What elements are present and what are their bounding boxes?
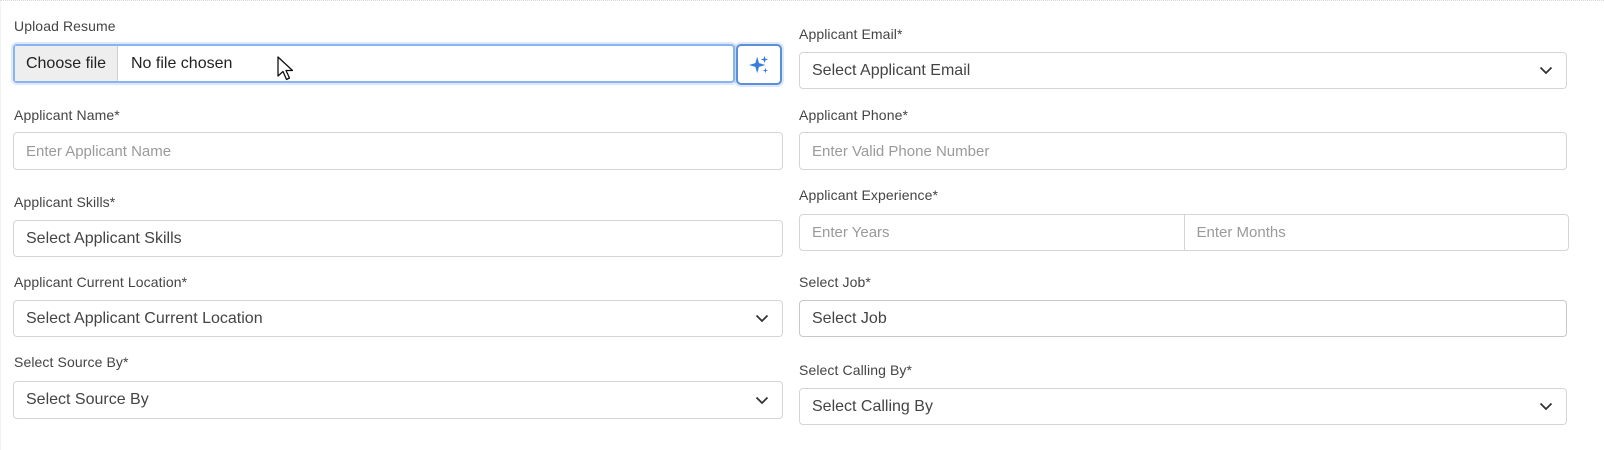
applicant-skills-select[interactable]: Select Applicant Skills (13, 220, 783, 257)
select-job-input[interactable]: Select Job (799, 300, 1567, 337)
ai-parse-button[interactable] (736, 44, 782, 85)
file-status-text: No file chosen (131, 54, 233, 72)
select-calling-select[interactable]: Select Calling By (799, 388, 1567, 425)
select-source-label: Select Source By* (14, 354, 129, 370)
select-source-value: Select Source By (26, 391, 149, 408)
mouse-cursor-icon (277, 56, 294, 81)
chevron-down-icon (742, 382, 782, 418)
sparkle-icon (748, 55, 769, 73)
applicant-phone-input[interactable]: Enter Valid Phone Number (799, 132, 1567, 170)
applicant-name-placeholder: Enter Applicant Name (26, 142, 172, 160)
applicant-email-select[interactable]: Select Applicant Email (799, 52, 1567, 89)
applicant-email-value: Select Applicant Email (812, 61, 971, 79)
applicant-phone-label: Applicant Phone* (799, 107, 909, 123)
select-job-label: Select Job* (799, 274, 871, 290)
applicant-experience-label: Applicant Experience* (799, 187, 939, 203)
experience-years-input[interactable]: Enter Years (800, 215, 1184, 250)
applicant-form: Upload Resume Choose file No file chosen… (0, 0, 1604, 450)
applicant-location-select[interactable]: Select Applicant Current Location (13, 300, 783, 337)
applicant-name-label: Applicant Name* (14, 107, 120, 123)
resume-file-input[interactable]: Choose file No file chosen (13, 44, 735, 83)
chevron-down-icon (1526, 53, 1566, 88)
select-job-value: Select Job (812, 309, 887, 327)
select-source-select[interactable]: Select Source By (13, 381, 783, 419)
chevron-down-icon (1526, 389, 1566, 424)
applicant-location-value: Select Applicant Current Location (26, 309, 263, 327)
chevron-down-icon (742, 301, 782, 336)
applicant-skills-label: Applicant Skills* (14, 194, 116, 210)
applicant-name-input[interactable]: Enter Applicant Name (13, 132, 783, 170)
experience-months-input[interactable]: Enter Months (1183, 215, 1569, 250)
applicant-experience-group: Enter Years Enter Months (799, 214, 1569, 251)
choose-file-button[interactable]: Choose file (15, 46, 118, 81)
applicant-location-label: Applicant Current Location* (14, 274, 188, 290)
applicant-email-label: Applicant Email* (799, 26, 903, 42)
applicant-phone-placeholder: Enter Valid Phone Number (812, 142, 990, 160)
applicant-skills-value: Select Applicant Skills (26, 229, 182, 247)
select-calling-value: Select Calling By (812, 397, 933, 415)
select-calling-label: Select Calling By* (799, 362, 913, 378)
upload-resume-label: Upload Resume (14, 18, 116, 34)
